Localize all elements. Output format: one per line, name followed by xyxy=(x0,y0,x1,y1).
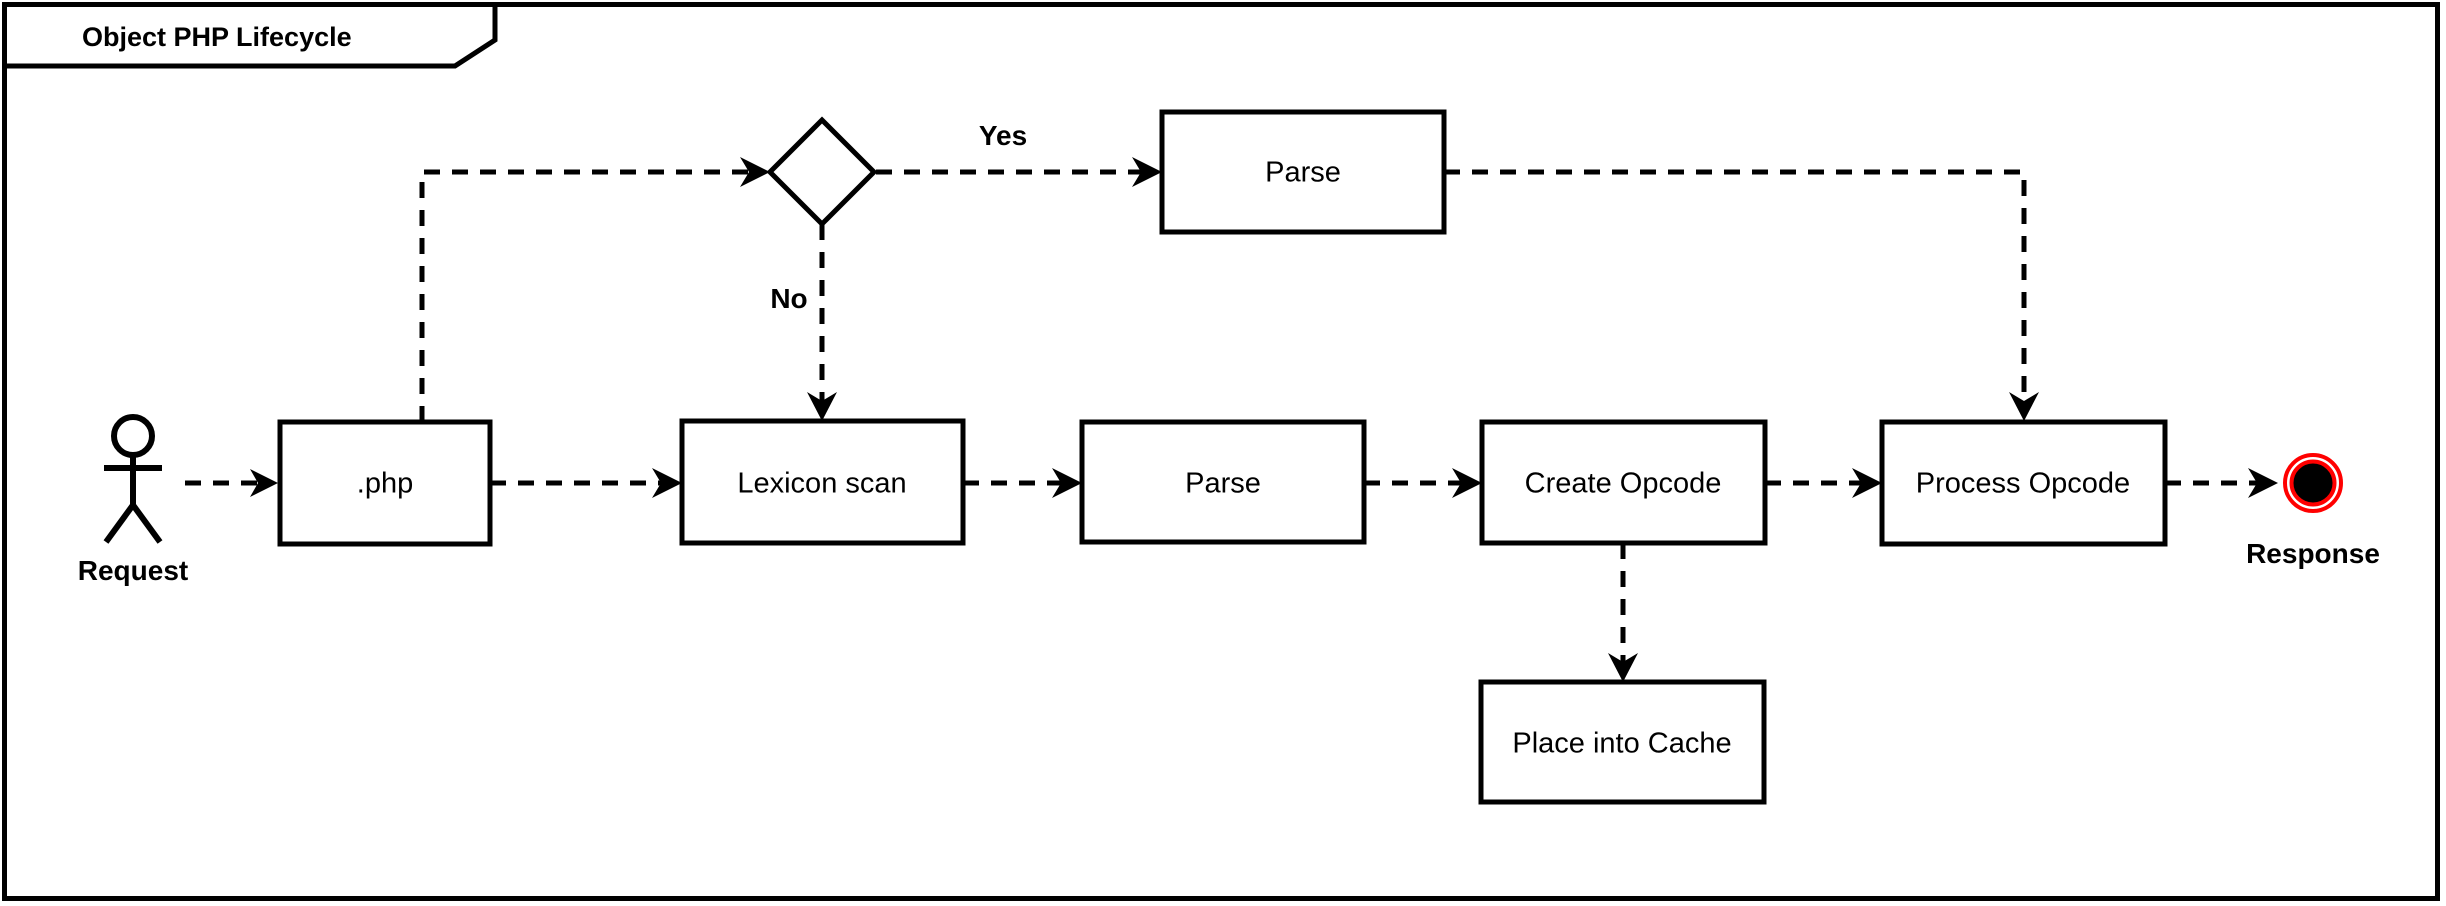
actor-request-label: Request xyxy=(78,555,188,586)
node-response-end[interactable]: Response xyxy=(2246,453,2380,569)
node-php-file[interactable]: .php xyxy=(277,419,493,547)
create-opcode-label: Create Opcode xyxy=(1525,468,1722,500)
php-file-label: .php xyxy=(357,468,413,500)
parse-main-label: Parse xyxy=(1185,468,1261,500)
node-process-opcode[interactable]: Process Opcode xyxy=(1879,419,2168,547)
edge-decision-no: No xyxy=(770,224,837,421)
uml-activity-diagram: Object PHP Lifecycle Yes No Request .php… xyxy=(0,0,2446,906)
edge-create-to-cache xyxy=(1608,543,1638,682)
edge-parse-cached-to-process xyxy=(1444,169,2039,421)
edge-request-to-php xyxy=(185,469,278,497)
place-into-cache-label: Place into Cache xyxy=(1512,728,1731,760)
node-lexicon-scan[interactable]: Lexicon scan xyxy=(679,418,966,546)
diagram-canvas: Object PHP Lifecycle Yes No Request .php… xyxy=(2,2,2440,901)
end-node-response-label: Response xyxy=(2246,538,2380,569)
edge-php-to-lexicon xyxy=(490,468,682,498)
edge-parse-to-create xyxy=(1364,468,1482,498)
node-create-opcode[interactable]: Create Opcode xyxy=(1479,419,1768,546)
edge-php-to-decision xyxy=(419,157,770,422)
node-parse-cached[interactable]: Parse xyxy=(1159,109,1447,235)
arrow-head-icon xyxy=(2009,392,2039,421)
end-node-icon xyxy=(2283,453,2343,513)
parse-cached-label: Parse xyxy=(1265,157,1341,189)
arrow-head-icon xyxy=(652,468,682,498)
node-parse-main[interactable]: Parse xyxy=(1079,419,1367,545)
edge-process-to-response xyxy=(2165,468,2278,498)
process-opcode-label: Process Opcode xyxy=(1916,468,2130,500)
edge-label-yes: Yes xyxy=(979,120,1027,151)
edge-create-to-process xyxy=(1765,468,1882,498)
node-request-actor[interactable]: Request xyxy=(78,414,188,586)
edge-label-no: No xyxy=(770,283,807,314)
frame-title-label: Object PHP Lifecycle xyxy=(82,22,352,52)
lexicon-scan-label: Lexicon scan xyxy=(737,468,906,500)
actor-stick-figure-icon xyxy=(103,414,163,544)
decision-diamond-shape xyxy=(766,116,878,228)
node-place-into-cache[interactable]: Place into Cache xyxy=(1478,679,1767,805)
node-cache-decision[interactable] xyxy=(766,116,878,228)
edge-decision-yes: Yes xyxy=(876,120,1162,187)
edge-lexicon-to-parse xyxy=(963,468,1082,498)
